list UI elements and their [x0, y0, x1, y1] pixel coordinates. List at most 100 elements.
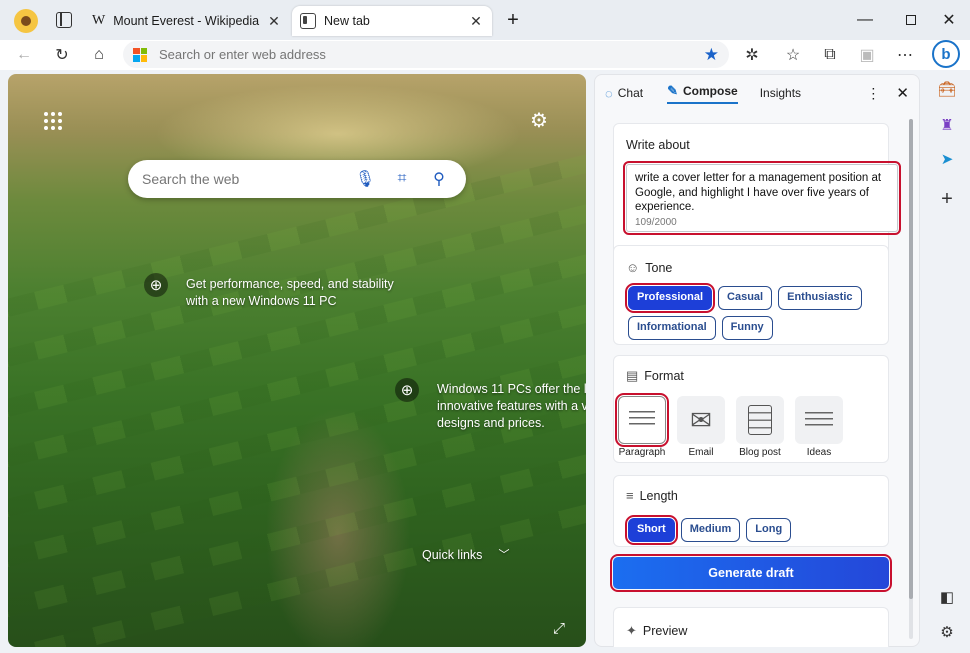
collections-icon[interactable]: ⧉: [816, 41, 844, 69]
tone-enthusiastic-chip[interactable]: Enthusiastic: [778, 286, 862, 310]
close-tab-icon[interactable]: ✕: [468, 13, 484, 30]
tone-heading: ☺ Tone: [626, 260, 672, 275]
expand-icon[interactable]: ⤢: [553, 620, 565, 637]
format-card: ▤ Format Paragraph ✉ Email Blog post Idea…: [613, 355, 889, 463]
close-tab-icon[interactable]: ✕: [266, 13, 282, 30]
minimize-button[interactable]: —: [842, 6, 888, 34]
promo-card-pc[interactable]: Get performance, speed, and stability wi…: [186, 276, 396, 310]
promo-line: designs and prices.: [437, 416, 545, 430]
format-caption: Ideas: [806, 447, 832, 458]
tone-label: Tone: [645, 260, 673, 275]
search-icon[interactable]: ⚲: [426, 166, 452, 192]
tone-icon: ☺: [626, 260, 640, 275]
quick-links-label: Quick links: [422, 548, 483, 562]
tab-title: Mount Everest - Wikipedia: [113, 14, 260, 28]
length-long-chip[interactable]: Long: [746, 518, 792, 542]
length-label: Length: [639, 488, 678, 503]
chevron-down-icon: ﹀: [498, 549, 510, 561]
email-icon: ✉: [677, 396, 725, 444]
address-bar[interactable]: ★: [123, 41, 729, 68]
sidebar-toggle-icon[interactable]: ◧: [934, 584, 960, 610]
length-medium-chip[interactable]: Medium: [680, 518, 741, 542]
new-tab-page-icon: [300, 13, 316, 29]
visual-search-icon[interactable]: ⌗: [389, 166, 415, 192]
length-card: ≡ Length Short Medium Long: [613, 475, 889, 547]
pane-more-icon[interactable]: ⋮: [866, 85, 880, 102]
tab-actions-icon[interactable]: [56, 12, 72, 28]
tab-new-tab[interactable]: New tab ✕: [292, 6, 492, 36]
generate-draft-button[interactable]: Generate draft: [610, 554, 892, 592]
close-window-button[interactable]: ✕: [926, 6, 970, 34]
tab-chat[interactable]: ◌ Chat: [605, 86, 643, 101]
tab-compose[interactable]: ✎ Compose: [667, 83, 738, 104]
promo-line: Windows 11 PCs offer the la: [437, 382, 586, 396]
format-caption: Email: [688, 447, 714, 458]
back-button[interactable]: ←: [10, 41, 38, 69]
paragraph-icon: [615, 393, 669, 447]
profile-avatar[interactable]: [14, 9, 38, 33]
tab-insights[interactable]: Insights: [760, 86, 801, 100]
page-settings-icon[interactable]: ⚙: [530, 108, 548, 133]
bing-chat-icon[interactable]: b: [932, 40, 960, 68]
length-heading: ≡ Length: [626, 488, 678, 503]
tab-label: Compose: [683, 83, 738, 98]
tone-professional-chip[interactable]: Professional: [624, 283, 716, 313]
length-short-chip[interactable]: Short: [625, 515, 678, 545]
pane-scrollbar[interactable]: [909, 119, 913, 639]
format-ideas[interactable]: Ideas: [795, 396, 843, 458]
tools-icon[interactable]: 🧰︎: [934, 76, 960, 102]
wikipedia-icon: W: [92, 13, 106, 28]
promo-card-windows[interactable]: Windows 11 PCs offer the la innovative f…: [437, 381, 586, 432]
extensions-icon[interactable]: ✲: [738, 41, 766, 69]
format-caption: Blog post: [739, 447, 781, 458]
favorites-icon[interactable]: ☆: [779, 41, 807, 69]
format-paragraph[interactable]: Paragraph: [615, 393, 669, 458]
length-icon: ≡: [626, 488, 634, 503]
address-input[interactable]: [159, 47, 704, 62]
send-icon[interactable]: ➤: [934, 146, 960, 172]
apps-launcher-icon[interactable]: [44, 112, 62, 130]
more-menu-icon[interactable]: ⋯: [891, 41, 919, 69]
format-label: Format: [644, 369, 684, 383]
tab-label: Chat: [617, 86, 644, 100]
tone-casual-chip[interactable]: Casual: [718, 286, 773, 310]
games-icon[interactable]: ♜: [934, 112, 960, 138]
format-blog-post[interactable]: Blog post: [736, 396, 784, 458]
home-button[interactable]: ⌂: [85, 41, 113, 69]
new-tab-button[interactable]: +: [502, 8, 524, 32]
preview-heading: ✦ Preview: [626, 623, 687, 639]
quick-links-toggle[interactable]: Quick links ﹀: [422, 547, 509, 564]
microsoft-logo-icon: [133, 47, 147, 62]
refresh-button[interactable]: ↻: [48, 41, 76, 69]
tab-label: Insights: [759, 86, 802, 100]
preview-label: Preview: [642, 624, 688, 638]
tone-funny-chip[interactable]: Funny: [721, 316, 773, 340]
format-caption: Paragraph: [618, 447, 666, 458]
pane-tabs: ◌ Chat ✎ Compose Insights ⋮ ✕: [595, 75, 921, 111]
prompt-textarea[interactable]: write a cover letter for a management po…: [623, 161, 901, 235]
sidebar-app-icon[interactable]: ▣: [853, 41, 881, 69]
char-count: 109/2000: [635, 217, 677, 228]
sidebar-settings-icon[interactable]: ⚙: [934, 619, 960, 645]
prompt-text: write a cover letter for a management po…: [635, 172, 882, 213]
sidebar-rail: 🧰︎ ♜ ➤ + ◧ ⚙: [926, 74, 970, 653]
format-heading: ▤ Format: [626, 368, 684, 384]
globe-icon: ⊕: [144, 273, 168, 297]
tab-wikipedia[interactable]: W Mount Everest - Wikipedia ✕: [84, 6, 290, 36]
globe-icon: ⊕: [395, 378, 419, 402]
blog-post-icon: [736, 396, 784, 444]
favorite-star-icon[interactable]: ★: [704, 45, 719, 65]
new-tab-page: ⚙ 🎙︎ ⌗ ⚲ ⊕ Get performance, speed, and s…: [8, 74, 586, 647]
preview-card: ✦ Preview: [613, 607, 889, 647]
web-search-box[interactable]: 🎙︎ ⌗ ⚲: [128, 160, 466, 198]
add-sidebar-app-icon[interactable]: +: [934, 186, 960, 212]
microphone-icon[interactable]: 🎙︎: [352, 166, 378, 192]
web-search-input[interactable]: [142, 171, 341, 187]
compose-icon: ✎: [667, 82, 678, 98]
format-email[interactable]: ✉ Email: [677, 396, 725, 458]
tab-title: New tab: [324, 14, 370, 28]
pane-close-icon[interactable]: ✕: [896, 84, 909, 102]
compose-pane: ◌ Chat ✎ Compose Insights ⋮ ✕ Write about …: [594, 74, 920, 647]
ideas-icon: [795, 396, 843, 444]
tone-informational-chip[interactable]: Informational: [628, 316, 716, 340]
